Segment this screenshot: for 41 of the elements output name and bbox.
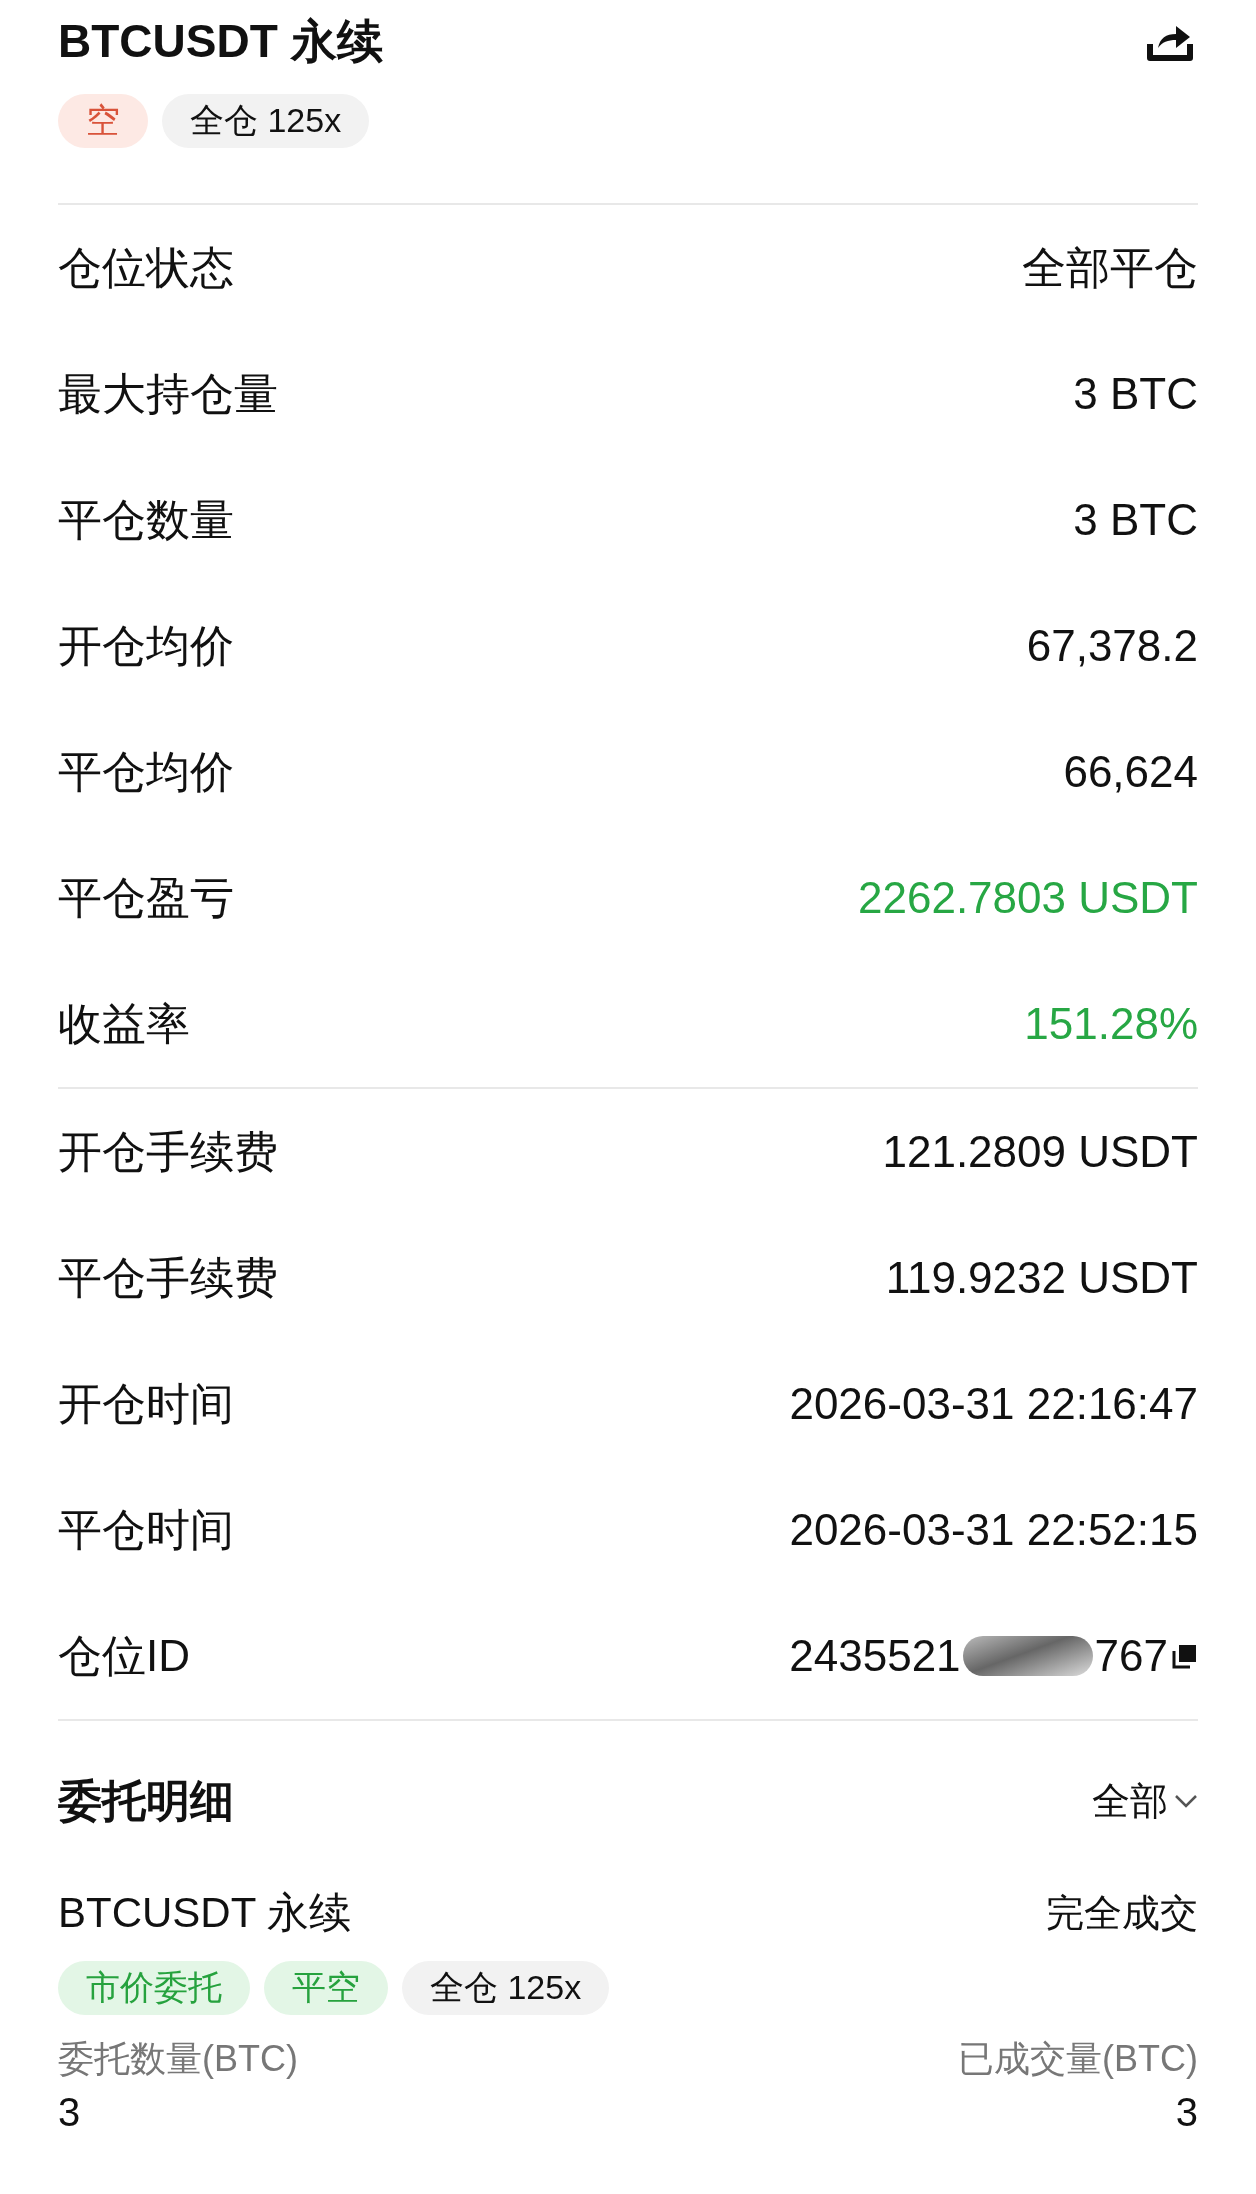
field-label: 仓位ID [58,1629,190,1682]
field-label: 已成交量(BTC) [958,2037,1198,2081]
tag: 空 [58,94,148,148]
field-value: 66,624 [1063,747,1198,797]
field-value: 2262.7803 USDT [858,873,1198,923]
field-value: 67,378.2 [1026,621,1198,671]
tag: 市价委托 [58,1961,250,2015]
order-symbol: BTCUSDT 永续 [58,1888,352,1938]
field-label: 平仓盈亏 [58,871,234,924]
field-value: 121.2809 USDT [882,1127,1198,1177]
tag: 平空 [264,1961,388,2015]
field-label: 开仓手续费 [58,1125,278,1178]
field-label: 开仓时间 [58,1377,234,1430]
field-value: 151.28% [1024,999,1198,1049]
chevron-down-icon [1174,1794,1198,1808]
field-label: 委托数量(BTC) [58,2037,298,2081]
section-title: 委托明细 [58,1774,234,1827]
field-label: 收益率 [58,997,190,1050]
field-label: 平仓时间 [58,1503,234,1556]
field-value: 全部平仓 [1022,241,1198,294]
field-value: 3 [1175,2090,1198,2135]
tag: 全仓 125x [162,94,370,148]
field-value: 2026-03-31 22:52:15 [789,1505,1198,1555]
field-value: 3 BTC [1073,495,1198,545]
field-value: 119.9232 USDT [885,1253,1198,1303]
field-value: 3 BTC [1073,369,1198,419]
field-label: 平仓均价 [58,745,234,798]
field-label: 平仓数量 [58,493,234,546]
field-value: 3 [58,2090,82,2135]
field-value: 767 [1094,1631,1168,1681]
field-value: 2026-03-31 22:16:47 [789,1379,1198,1429]
copy-icon[interactable] [1172,1643,1198,1669]
field-label: 仓位状态 [58,241,234,294]
order-status: 完全成交 [1046,1890,1198,1936]
contract-title: BTCUSDT 永续 [58,14,383,69]
field-label: 开仓均价 [58,619,234,672]
field-label: 平仓手续费 [58,1251,278,1304]
field-value: 2435521 [789,1631,961,1681]
field-label: 最大持仓量 [58,367,278,420]
filter-dropdown[interactable]: 全部 [1092,1775,1198,1827]
tag: 全仓 125x [402,1961,610,2015]
